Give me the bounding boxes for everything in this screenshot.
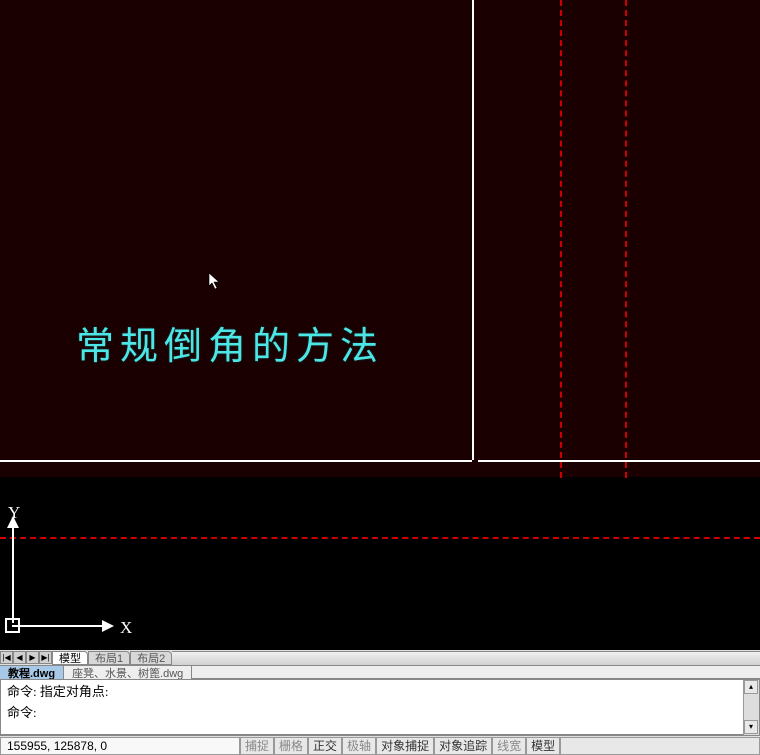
file-tab-active[interactable]: 教程.dwg [0, 666, 64, 679]
scroll-down-icon[interactable]: ▾ [744, 720, 758, 734]
cursor-icon [208, 272, 224, 295]
tab-nav-first-button[interactable]: |◀ [0, 651, 13, 664]
ucs-y-axis-icon [12, 518, 14, 623]
modelspace-toggle[interactable]: 模型 [526, 737, 560, 755]
status-bar: 155955, 125878, 0 捕捉 栅格 正交 极轴 对象捕捉 对象追踪 … [0, 735, 760, 755]
lineweight-toggle[interactable]: 线宽 [492, 737, 526, 755]
layout-tabs-bar: |◀ ◀ ▶ ▶| 模型 布局1 布局2 [0, 650, 760, 665]
axis-label-x: X [120, 618, 132, 638]
osnap-toggle[interactable]: 对象捕捉 [376, 737, 434, 755]
file-tab-inactive[interactable]: 座凳、水景、树篦.dwg [64, 666, 192, 679]
tab-nav-next-button[interactable]: ▶ [26, 651, 39, 664]
command-prompt-line[interactable]: 命令: [1, 701, 743, 722]
file-tabs-bar: 教程.dwg 座凳、水景、树篦.dwg [0, 665, 760, 679]
otrack-toggle[interactable]: 对象追踪 [434, 737, 492, 755]
tab-strip-spacer [172, 651, 760, 665]
coordinates-display: 155955, 125878, 0 [0, 737, 240, 755]
snap-toggle[interactable]: 捕捉 [240, 737, 274, 755]
drawing-canvas-lower[interactable]: Y X [0, 478, 760, 650]
axis-label-y: Y [8, 503, 20, 523]
tab-nav-prev-button[interactable]: ◀ [13, 651, 26, 664]
grid-toggle[interactable]: 栅格 [274, 737, 308, 755]
annotation-text: 常规倒角的方法 [76, 315, 384, 370]
drawing-line-horizontal-right [478, 460, 760, 462]
status-spacer [560, 737, 760, 755]
scroll-up-icon[interactable]: ▴ [744, 680, 758, 694]
centerline-vertical-2 [625, 0, 627, 478]
tab-nav-last-button[interactable]: ▶| [39, 651, 52, 664]
tab-layout2[interactable]: 布局2 [130, 651, 172, 665]
tab-model[interactable]: 模型 [52, 651, 88, 665]
command-history-line: 命令: 指定对角点: [1, 680, 743, 701]
tab-layout1[interactable]: 布局1 [88, 651, 130, 665]
drawing-line-vertical [472, 0, 474, 460]
drawing-line-horizontal-left [0, 460, 472, 462]
ucs-x-axis-icon [12, 625, 112, 627]
command-window[interactable]: 命令: 指定对角点: 命令: ▴ ▾ [0, 679, 760, 735]
centerline-horizontal [0, 537, 760, 539]
drawing-canvas-upper[interactable]: 常规倒角的方法 [0, 0, 760, 478]
ortho-toggle[interactable]: 正交 [308, 737, 342, 755]
command-scrollbar[interactable]: ▴ ▾ [743, 680, 759, 736]
polar-toggle[interactable]: 极轴 [342, 737, 376, 755]
centerline-vertical-1 [560, 0, 562, 478]
